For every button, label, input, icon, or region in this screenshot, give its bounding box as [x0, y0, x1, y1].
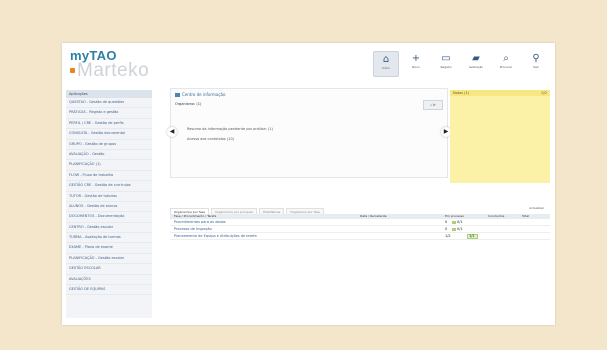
pin-icon: ⚲	[532, 53, 540, 64]
info-panel: Centro de informação Organismo: (1) ⌕ Ir…	[167, 88, 451, 178]
home-icon: ⌂	[382, 54, 390, 65]
toolbar-exit-button[interactable]: ⚲ Sair	[523, 51, 549, 77]
sticky-count: 0/2	[541, 91, 547, 95]
sidebar-item[interactable]: ALUNOS - Gestão de alunos	[66, 202, 152, 213]
toolbar-home-button[interactable]: ⌂ Início	[373, 51, 399, 77]
search-icon: ⌕	[503, 53, 509, 64]
plus-icon: +	[411, 53, 421, 64]
sidebar-item[interactable]: PRÁTICAS - Registo e gestão	[66, 108, 152, 119]
sidebar-item[interactable]: PERFIL / CRE - Gestão de perfis	[66, 119, 152, 130]
main-toolbar: ⌂ Início + Novo ▭ Registo ▰ Avaliação ⌕ …	[369, 51, 549, 77]
sidebar-item[interactable]: PLANIFICAÇÃO - Gestão escolar	[66, 254, 152, 265]
app-logo[interactable]: myTAO Marteko	[70, 49, 149, 80]
toolbar-search-button[interactable]: ⌕ Procurar	[493, 51, 519, 77]
sidebar-item[interactable]: EXAME - Plano de exame	[66, 243, 152, 254]
camera-icon: ▰	[472, 53, 480, 64]
sidebar-item[interactable]: GESTÃO CRE - Gestão de currículos	[66, 181, 152, 192]
carousel-prev-button[interactable]: ◀	[167, 127, 177, 137]
panel-title: Centro de informação	[182, 92, 226, 97]
refresh-button[interactable]: Actualizar	[529, 206, 544, 210]
row-count: 0	[445, 220, 448, 224]
row-ratio: 0/1	[457, 220, 463, 224]
sidebar: Aplicações QUESTAO - Gestão de questões …	[66, 90, 152, 318]
chevron-left-icon: ◀	[169, 128, 175, 135]
sidebar-item[interactable]: AVALIAÇÃO - Gestão	[66, 150, 152, 161]
panel-search-button[interactable]: ⌕ Ir	[423, 100, 443, 110]
sidebar-item[interactable]: GESTÃO ESCOLAR	[66, 264, 152, 275]
toolbar-register-button[interactable]: ▭ Registo	[433, 51, 459, 77]
panel-icon	[175, 93, 180, 97]
progress-bar	[452, 220, 456, 224]
sticky-title: Notas (1)	[453, 91, 470, 95]
panel-filter-label: Organismo: (1)	[175, 102, 202, 106]
table-row[interactable]: Processo de Inspeção 0 0/1	[170, 226, 550, 233]
row-ratio: 1/1	[469, 234, 475, 238]
logo-mark-icon	[70, 68, 75, 74]
sidebar-item[interactable]: FLOW - Fluxo de trabalho	[66, 171, 152, 182]
sidebar-item[interactable]: TUTOR - Gestão de tutorias	[66, 192, 152, 202]
panel-line-1[interactable]: Resumo da informação pendente por anális…	[187, 127, 273, 131]
panel-line-2[interactable]: Acesso aos conteúdos (10)	[187, 137, 234, 141]
app-window: myTAO Marteko ⌂ Início + Novo ▭ Registo …	[62, 43, 555, 325]
row-title[interactable]: Planeamento de Equipa e Atribuições de t…	[174, 233, 257, 239]
sidebar-item[interactable]: QUESTAO - Gestão de questões	[66, 98, 152, 109]
sidebar-item[interactable]: TURMA - Avaliação de turmas	[66, 233, 152, 244]
register-icon: ▭	[441, 53, 451, 64]
sidebar-item[interactable]: AVALIAÇÕES	[66, 275, 152, 286]
row-ratio: 0/1	[457, 227, 463, 231]
sidebar-item[interactable]: CENTRO - Gestão escolar	[66, 223, 152, 234]
row-count: 0	[445, 227, 448, 231]
toolbar-evaluation-button[interactable]: ▰ Avaliação	[463, 51, 489, 77]
sidebar-item[interactable]: GRUPO - Gestão de grupos	[66, 140, 152, 150]
sticky-note[interactable]: Notas (1) 0/2	[450, 90, 550, 183]
toolbar-new-button[interactable]: + Novo	[403, 51, 429, 77]
sidebar-item[interactable]: DOCUMENTOS - Documentação	[66, 212, 152, 223]
progress-bar	[452, 227, 456, 231]
table-row[interactable]: Procedimentos para os dados 0 0/1	[170, 219, 550, 226]
sidebar-item[interactable]: PLANIFICAÇÃO (1)	[66, 160, 152, 171]
search-icon: ⌕	[430, 103, 433, 107]
row-title[interactable]: Procedimentos para os dados	[174, 219, 226, 225]
table-row[interactable]: Planeamento de Equipa e Atribuições de t…	[170, 233, 550, 240]
row-count: 1/2	[445, 234, 451, 238]
sidebar-header: Aplicações	[66, 90, 152, 98]
process-table: Organismos por fase Organismos por proce…	[170, 206, 550, 268]
sidebar-item[interactable]: CONSULTA - Gestão documental	[66, 129, 152, 140]
sidebar-item[interactable]: GESTÃO DE EQUIPAS	[66, 285, 152, 296]
chevron-right-icon: ▶	[443, 128, 449, 135]
row-title[interactable]: Processo de Inspeção	[174, 226, 212, 232]
logo-text-bottom: Marteko	[77, 60, 150, 81]
